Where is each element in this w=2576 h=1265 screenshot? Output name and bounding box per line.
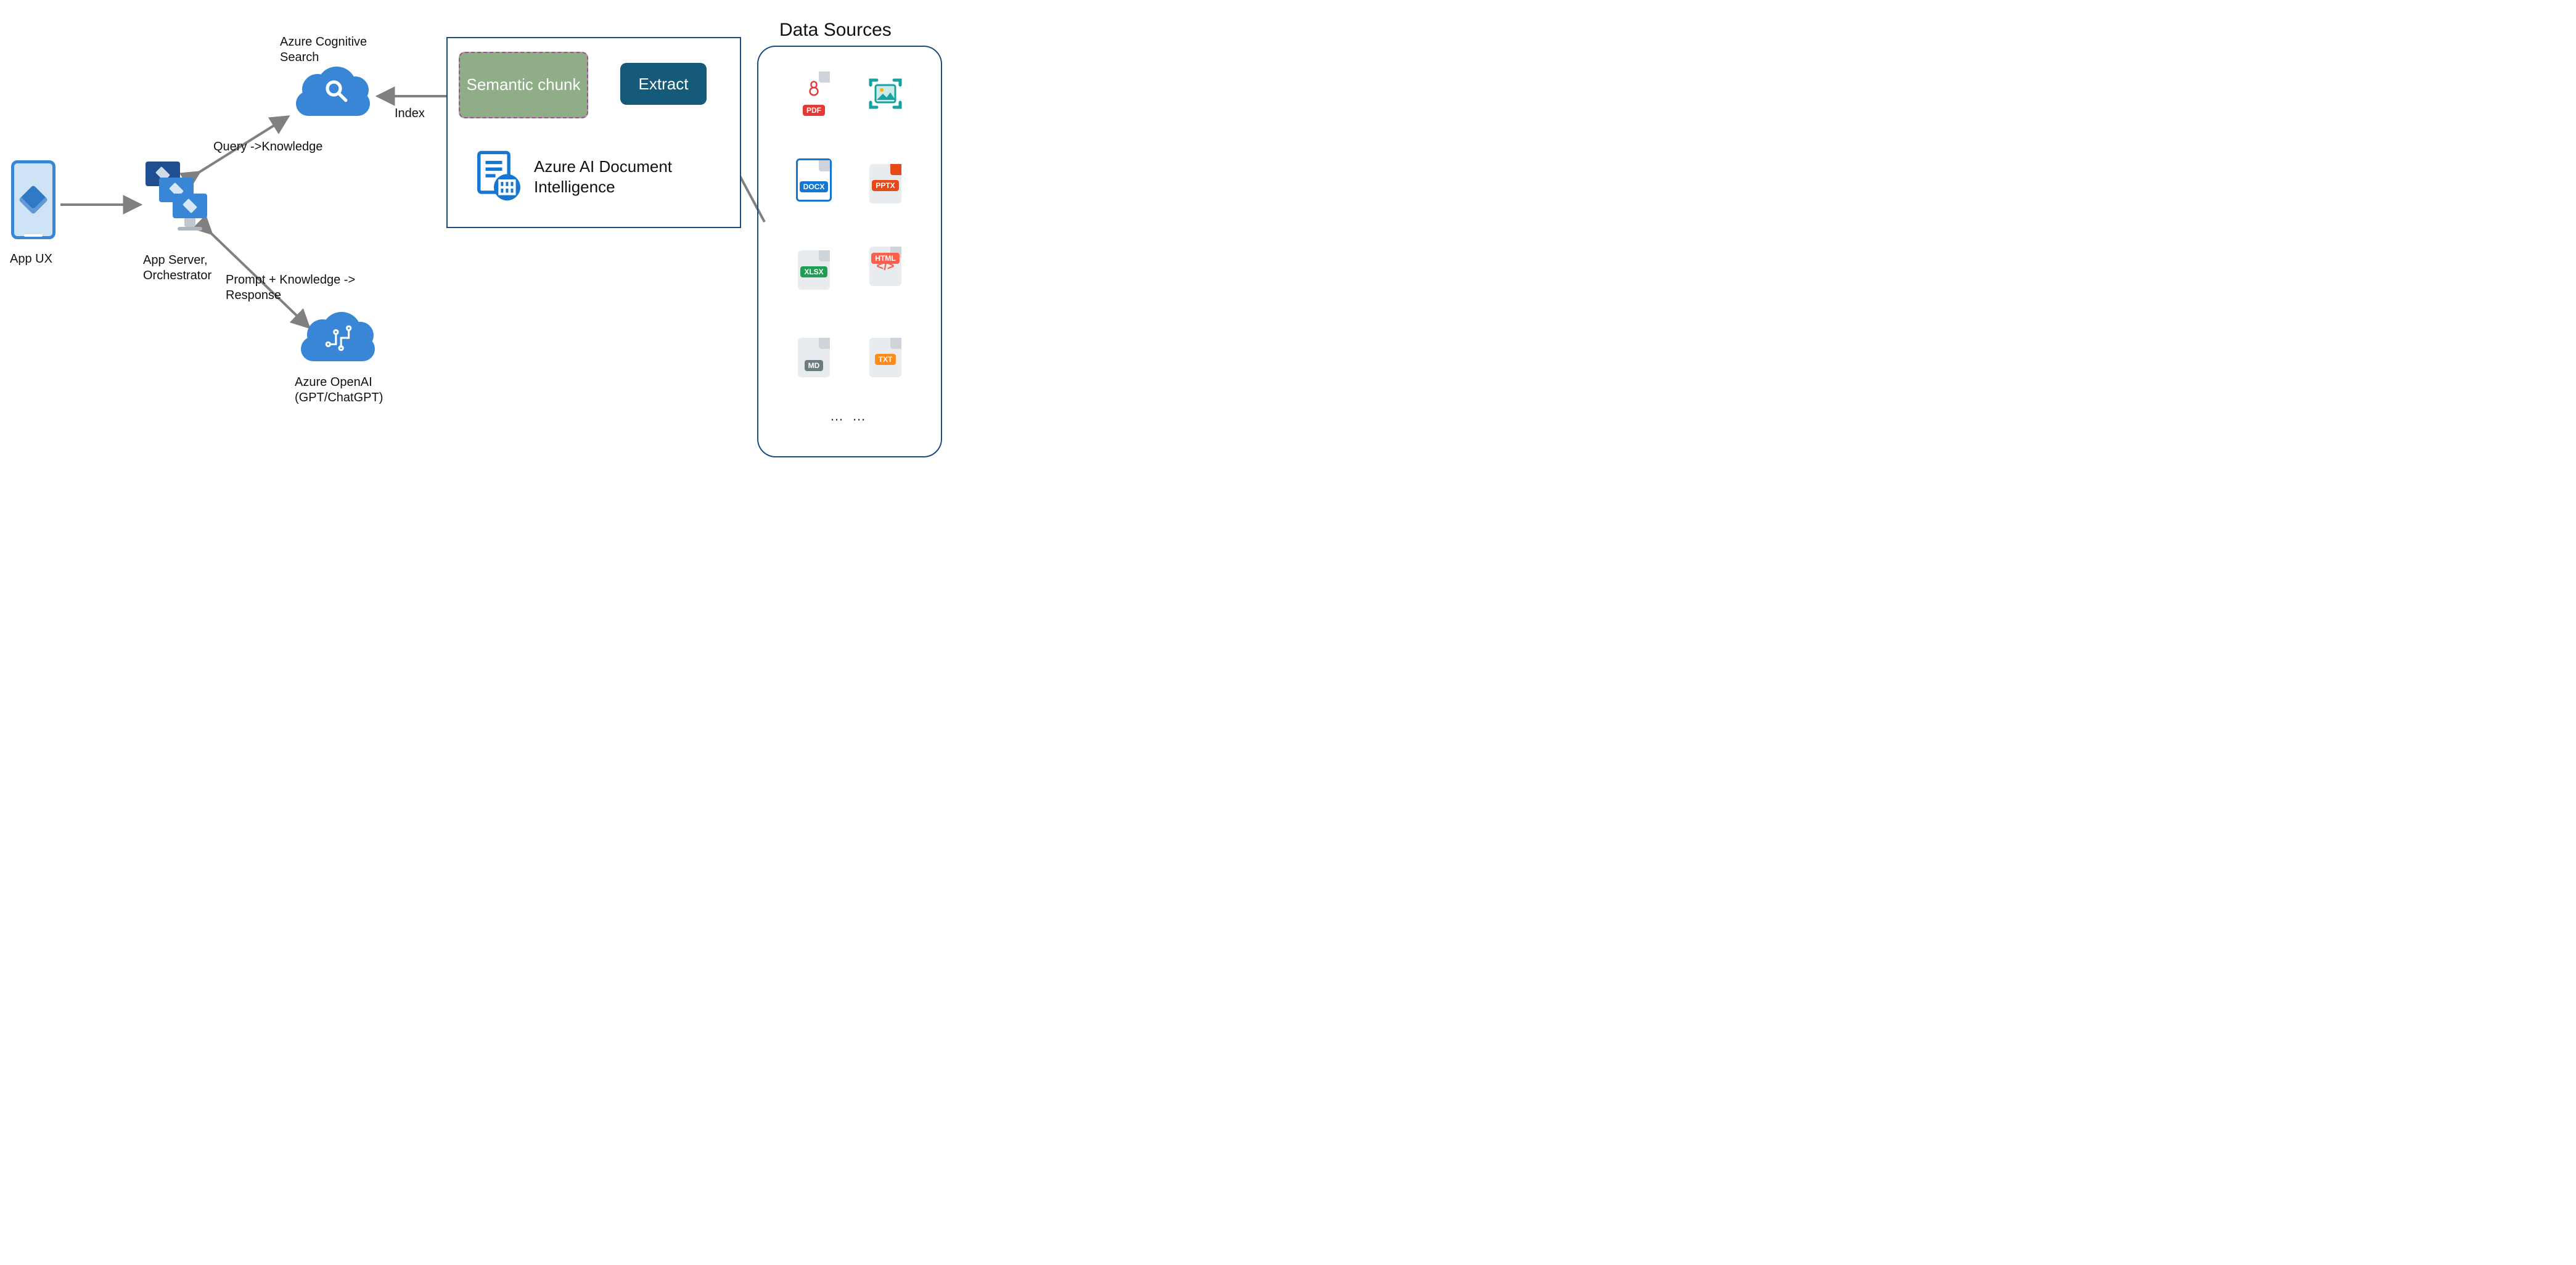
document-intelligence-icon: [472, 149, 525, 202]
file-badge: XLSX: [800, 266, 827, 277]
cognitive-search-label: Azure Cognitive Search: [280, 35, 367, 65]
file-badge: PDF: [803, 105, 825, 116]
extract-chip: Extract: [620, 63, 707, 105]
data-sources-title: Data Sources: [779, 18, 892, 42]
pdf-file-icon: PDF: [795, 72, 832, 116]
file-badge: DOCX: [800, 181, 829, 192]
edge-query-knowledge: Query ->Knowledge: [213, 139, 322, 155]
html-file-icon: </> HTML: [867, 244, 904, 289]
edge-prompt-knowledge: Prompt + Knowledge -> Response: [226, 272, 355, 303]
file-badge: TXT: [875, 354, 896, 365]
phone-icon: [11, 160, 55, 239]
image-file-icon: [867, 72, 904, 116]
xlsx-file-icon: XLSX: [795, 248, 832, 292]
app-ux-label: App UX: [10, 252, 52, 267]
azure-openai-label: Azure OpenAI (GPT/ChatGPT): [295, 375, 383, 406]
search-icon: [323, 78, 349, 104]
md-file-icon: MD: [795, 335, 832, 380]
file-badge: PPTX: [872, 180, 898, 191]
document-intelligence-title: Azure AI Document Intelligence: [534, 157, 672, 197]
app-ux-node: [11, 160, 55, 239]
semantic-chunk-text: Semantic chunk: [467, 75, 581, 94]
edge-index: Index: [395, 106, 425, 121]
app-server-label: App Server, Orchestrator: [143, 253, 211, 284]
semantic-chunk-chip: Semantic chunk: [459, 52, 588, 118]
cognitive-search-icon: [296, 69, 370, 116]
circuit-icon: [323, 324, 354, 351]
pptx-file-icon: PPTX: [867, 162, 904, 206]
file-badge: HTML: [871, 253, 899, 264]
extract-text: Extract: [639, 75, 689, 94]
data-sources-more: … …: [830, 408, 868, 424]
monitor-icon: [173, 194, 207, 218]
document-intelligence-box: Semantic chunk Extract Azure AI Document…: [446, 37, 741, 228]
app-server-node: [146, 162, 219, 235]
diagram-canvas: App UX App Server, Orchestrator Azure Co…: [0, 0, 950, 466]
docx-file-icon: DOCX: [795, 158, 832, 202]
file-badge: MD: [805, 360, 824, 371]
azure-openai-icon: [301, 314, 375, 361]
data-sources-panel: PDF DOCX PPTX XLSX: [757, 46, 942, 457]
txt-file-icon: TXT: [867, 335, 904, 380]
